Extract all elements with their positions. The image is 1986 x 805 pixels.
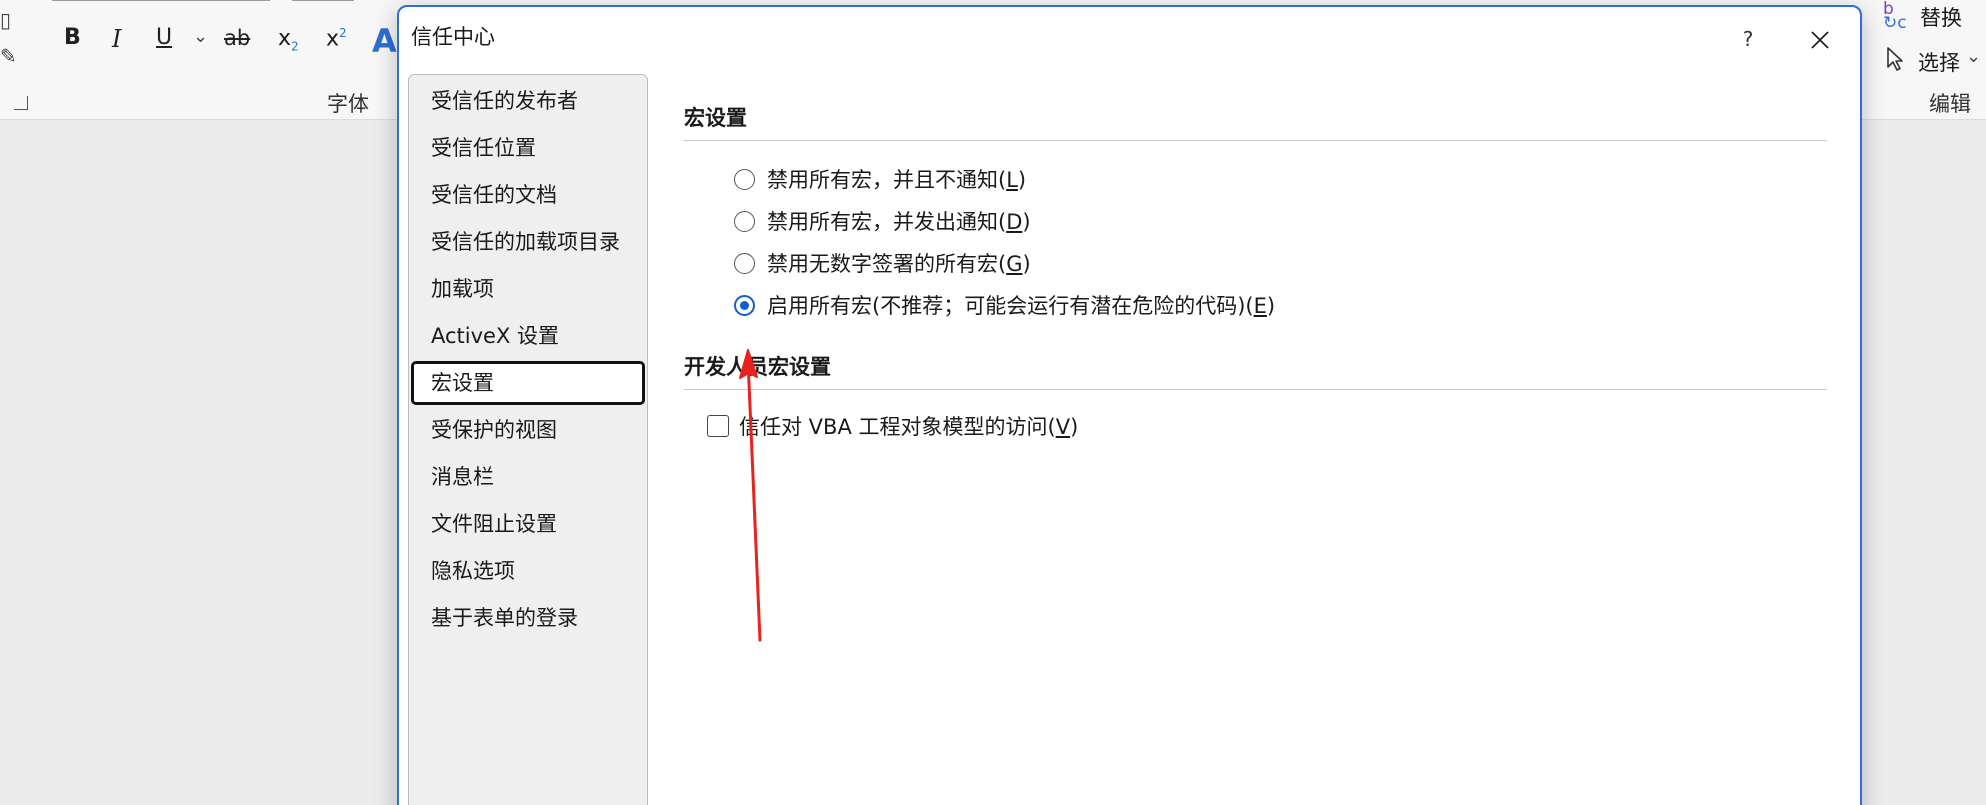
radio-label: 禁用无数字签署的所有宏(G) (767, 248, 1031, 278)
nav-message-bar[interactable]: 消息栏 (411, 455, 645, 499)
font-group-label: 字体 (327, 92, 369, 116)
nav-macro-settings[interactable]: 宏设置 (411, 361, 645, 405)
nav-activex-settings[interactable]: ActiveX 设置 (411, 314, 645, 358)
nav-addins[interactable]: 加载项 (411, 267, 645, 311)
help-button[interactable]: ? (1732, 23, 1764, 55)
edit-group-label: 编辑 (1929, 92, 1971, 116)
radio-label: 禁用所有宏，并且不通知(L) (767, 164, 1026, 194)
radio-label-text: 启用所有宏(不推荐；可能会运行有潜在危险的代码)( (767, 294, 1254, 318)
trust-center-dialog: 信任中心 ? 受信任的发布者 受信任位置 受信任的文档 受信任的加载项目录 加载… (397, 5, 1862, 805)
font-size-box-edge[interactable] (292, 0, 354, 1)
radio-enable-all[interactable]: 启用所有宏(不推荐；可能会运行有潜在危险的代码)(E) (734, 290, 1275, 320)
subscript-button[interactable]: x2 (278, 26, 299, 53)
replace-icon: b ↻c (1883, 0, 1907, 33)
paste-doc-icon[interactable]: ▯ (0, 8, 11, 32)
radio-disable-unsigned[interactable]: 禁用无数字签署的所有宏(G) (734, 248, 1031, 278)
dialog-title: 信任中心 (411, 25, 495, 49)
superscript-base: x (326, 26, 340, 52)
strikethrough-button[interactable]: ab (224, 28, 250, 49)
superscript-button[interactable]: x2 (326, 26, 347, 51)
nav-form-based-signin[interactable]: 基于表单的登录 (411, 596, 645, 640)
checkbox-label-text: 信任对 VBA 工程对象模型的访问( (739, 415, 1056, 439)
checkbox-label: 信任对 VBA 工程对象模型的访问(V) (739, 411, 1078, 441)
section-divider (684, 140, 1827, 141)
nav-trusted-locations[interactable]: 受信任位置 (411, 126, 645, 170)
subscript-mark: 2 (291, 39, 299, 54)
underline-button[interactable]: U (156, 27, 172, 49)
font-dialog-launcher-icon[interactable] (14, 96, 28, 110)
checkbox[interactable] (707, 415, 729, 437)
macro-settings-panel: 宏设置 禁用所有宏，并且不通知(L) 禁用所有宏，并发出通知(D) 禁用无数字签… (684, 67, 1844, 767)
replace-button[interactable]: 替换 (1920, 2, 1962, 32)
developer-macro-settings-heading: 开发人员宏设置 (684, 355, 831, 379)
superscript-mark: 2 (339, 26, 347, 40)
radio-label-text: 禁用所有宏，并发出通知( (767, 210, 1007, 234)
radio-label: 禁用所有宏，并发出通知(D) (767, 206, 1031, 236)
checkbox-label-end: ) (1070, 415, 1079, 439)
nav-protected-view[interactable]: 受保护的视图 (411, 408, 645, 452)
radio-disable-with-notify[interactable]: 禁用所有宏，并发出通知(D) (734, 206, 1031, 236)
macro-settings-heading: 宏设置 (684, 106, 747, 130)
radio-label-end: ) (1022, 210, 1031, 234)
font-name-box-edge[interactable] (52, 0, 270, 1)
radio-label-end: ) (1022, 252, 1031, 276)
select-cursor-icon (1887, 47, 1903, 71)
radio-button[interactable] (734, 252, 755, 274)
radio-button[interactable] (734, 210, 755, 232)
radio-label-text: 禁用无数字签署的所有宏( (767, 252, 1007, 276)
access-key: E (1253, 294, 1267, 318)
checkbox-trust-vba-access[interactable]: 信任对 VBA 工程对象模型的访问(V) (707, 411, 1078, 441)
radio-disable-no-notify[interactable]: 禁用所有宏，并且不通知(L) (734, 164, 1026, 194)
radio-label-end: ) (1266, 294, 1276, 318)
subscript-base: x (278, 26, 292, 51)
nav-trusted-documents[interactable]: 受信任的文档 (411, 173, 645, 217)
trust-center-nav: 受信任的发布者 受信任位置 受信任的文档 受信任的加载项目录 加载项 Activ… (408, 74, 648, 805)
nav-trusted-publishers[interactable]: 受信任的发布者 (411, 79, 645, 123)
close-button[interactable] (1798, 19, 1842, 59)
screen: ▯ ✎ B I U ⌄ ab x2 x2 A 字体 b ↻c 替换 选择 ⌄ 编辑… (0, 0, 1986, 805)
access-key: V (1055, 415, 1071, 439)
nav-trusted-addin-catalogs[interactable]: 受信任的加载项目录 (411, 220, 645, 264)
format-painter-icon[interactable]: ✎ (0, 44, 17, 68)
radio-button-checked[interactable] (734, 294, 755, 316)
access-key: D (1006, 210, 1023, 234)
access-key: G (1006, 252, 1023, 276)
close-icon (1811, 30, 1829, 49)
radio-label: 启用所有宏(不推荐；可能会运行有潜在危险的代码)(E) (767, 290, 1275, 320)
select-button[interactable]: 选择 (1918, 47, 1960, 77)
access-key: L (1006, 168, 1018, 192)
bold-button[interactable]: B (64, 27, 81, 49)
radio-label-text: 禁用所有宏，并且不通知( (767, 168, 1007, 192)
italic-button[interactable]: I (112, 27, 121, 51)
section-divider (684, 389, 1827, 390)
select-dropdown-chevron-icon[interactable]: ⌄ (1966, 46, 1981, 67)
underline-dropdown-chevron-icon[interactable]: ⌄ (193, 26, 208, 47)
nav-privacy-options[interactable]: 隐私选项 (411, 549, 645, 593)
radio-label-end: ) (1017, 168, 1027, 192)
radio-button[interactable] (734, 168, 755, 190)
text-effects-button[interactable]: A (372, 22, 397, 60)
nav-file-block-settings[interactable]: 文件阻止设置 (411, 502, 645, 546)
